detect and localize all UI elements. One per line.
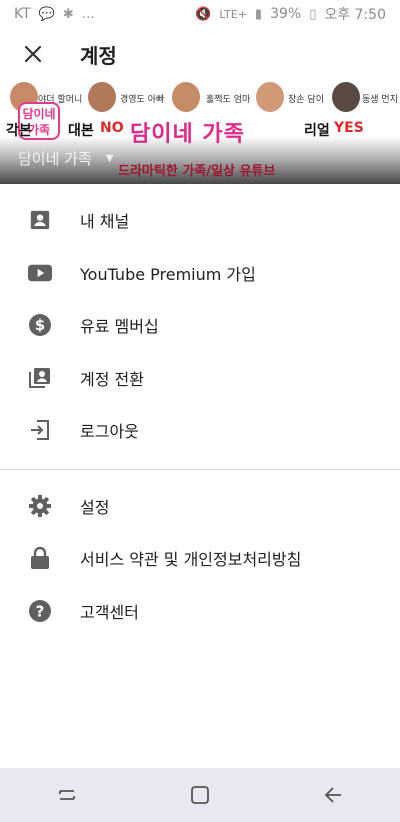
page-title: 계정 [80,43,117,68]
carrier-label: KT [14,6,31,22]
switch-account-icon [28,366,52,390]
sign-out-icon [28,418,52,442]
account-name: 담이네 가족 [18,150,92,168]
help-icon: ? [28,599,52,623]
battery-icon: ▯ [309,6,317,22]
svg-text:$: $ [35,316,45,334]
menu-item-label: 유료 멤버십 [80,317,159,337]
gear-icon [28,494,52,518]
signal-icon: ▮ [254,6,263,22]
menu-item-label: 서비스 약관 및 개인정보처리방침 [80,550,302,570]
menu-item-terms-privacy[interactable]: 서비스 약관 및 개인정보처리방침 [0,532,400,585]
recent-apps-button[interactable] [47,775,87,815]
back-button[interactable] [313,775,353,815]
recent-apps-icon [58,790,75,800]
member-label: 동생 먼지 [362,95,398,105]
settings-menu: 설정 서비스 약관 및 개인정보처리방침 ? 고객센터 [0,470,400,638]
app-bar: 계정 [0,28,400,80]
system-nav-bar [0,768,400,822]
home-button[interactable] [180,775,220,815]
youtube-icon [28,261,52,285]
member-photo-son [256,82,284,112]
menu-item-label: 로그아웃 [80,422,139,442]
menu-item-switch-account[interactable]: 계정 전환 [0,352,400,405]
status-bar: KT 💬 ✱ … 🔇 LTE+ ▮ 39% ▯ 오후 7:50 [0,0,400,28]
home-icon [191,786,209,804]
banner-no-text: NO [100,120,124,136]
chat-notification-icon: 💬 [38,6,55,22]
menu-item-label: 고객센터 [80,602,139,622]
mute-icon: 🔇 [195,6,212,22]
menu-item-my-channel[interactable]: 내 채널 [0,194,400,247]
member-label: 장손 담이 [288,95,324,105]
account-menu: 내 채널 YouTube Premium 가입 $ 유료 멤버십 계정 전환 로… [0,184,400,457]
menu-item-settings[interactable]: 설정 [0,480,400,533]
account-box-icon [28,208,52,232]
menu-item-paid-membership[interactable]: $ 유료 멤버십 [0,299,400,352]
settings-notification-icon: ✱ [62,6,74,22]
menu-item-sign-out[interactable]: 로그아웃 [0,404,400,457]
close-icon [24,45,42,63]
member-photo-dad [88,82,116,112]
menu-item-label: 내 채널 [80,212,130,232]
member-photo-mom [172,82,200,112]
menu-item-help-center[interactable]: ? 고객센터 [0,585,400,638]
close-button[interactable] [18,39,48,69]
clock-label: 오후 7:50 [324,7,386,23]
svg-text:?: ? [36,602,45,620]
back-arrow-icon [325,787,342,803]
menu-item-label: YouTube Premium 가입 [80,264,256,284]
menu-item-label: 계정 전환 [80,369,144,389]
more-notifications-icon: … [81,6,95,22]
member-photo-sibling [332,82,360,112]
battery-label: 39% [270,6,302,22]
menu-item-label: 설정 [80,497,110,517]
lock-icon [28,546,52,570]
member-label: 경영도 아빠 [120,95,165,105]
paid-membership-icon: $ [28,313,52,337]
menu-item-youtube-premium[interactable]: YouTube Premium 가입 [0,247,400,300]
network-label: LTE+ [219,7,247,21]
member-label: 훌쩍도 엄마 [206,95,251,105]
dropdown-arrow-icon: ▼ [105,153,114,164]
banner-subtitle: 드라마틱한 가족/일상 유튜브 [118,164,276,179]
channel-banner: 야더 할머니 경영도 아빠 훌쩍도 엄마 장손 담이 동생 먼지 담이네 가족 … [0,80,400,184]
account-selector[interactable]: 담이네 가족 ▼ [18,148,113,169]
banner-yes-text: YES [334,120,364,136]
